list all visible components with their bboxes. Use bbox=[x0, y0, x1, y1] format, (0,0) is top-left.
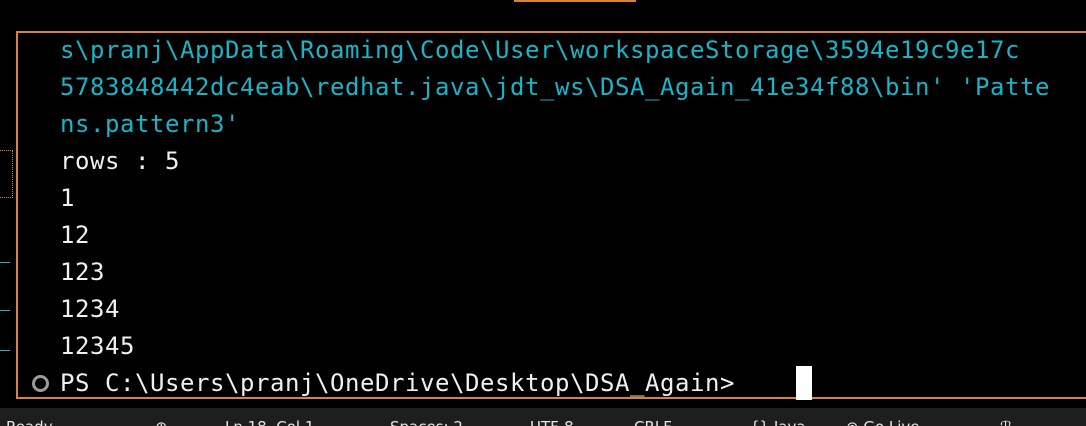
terminal-prompt[interactable]: PS C:\Users\pranj\OneDrive\Desktop\DSA_A… bbox=[60, 365, 735, 402]
status-extension-icon[interactable]: ℛ bbox=[1000, 418, 1012, 426]
status-language-mode[interactable]: {} Java bbox=[750, 418, 806, 426]
status-go-live-button[interactable]: ⊚ Go Live bbox=[846, 418, 920, 426]
status-cursor-position[interactable]: Ln 18, Col 1 bbox=[225, 418, 314, 426]
status-bar: Ready ⊕ Ln 18, Col 1 Spaces: 2 UTF-8 CRL… bbox=[0, 408, 1086, 426]
terminal-output-line: 12345 bbox=[60, 332, 135, 360]
active-panel-tab-indicator bbox=[514, 0, 636, 2]
editor-gutter bbox=[0, 0, 16, 426]
terminal-output-line: 1234 bbox=[60, 295, 120, 323]
terminal-cursor bbox=[796, 366, 812, 400]
status-encoding[interactable]: UTF-8 bbox=[530, 418, 574, 426]
terminal-line-command-2: 5783848442dc4eab\redhat.java\jdt_ws\DSA_… bbox=[60, 73, 1050, 101]
terminal-line-command-3: ns.pattern3' bbox=[60, 110, 240, 138]
terminal-output-line: 1 bbox=[60, 184, 75, 212]
gutter-mark bbox=[0, 350, 10, 351]
gutter-selection-outline bbox=[0, 150, 13, 198]
terminal-output-line: 123 bbox=[60, 258, 105, 286]
status-ready[interactable]: Ready bbox=[6, 418, 53, 426]
status-indentation[interactable]: Spaces: 2 bbox=[390, 418, 463, 426]
status-line-endings[interactable]: CRLF bbox=[634, 418, 672, 426]
terminal-output-line: 12 bbox=[60, 221, 90, 249]
terminal-line-command-1: s\pranj\AppData\Roaming\Code\User\worksp… bbox=[60, 36, 1020, 64]
gutter-mark bbox=[0, 310, 10, 311]
terminal-output-line: rows : 5 bbox=[60, 147, 180, 175]
command-decoration-circle-icon[interactable] bbox=[32, 375, 49, 392]
status-ports-icon[interactable]: ⊕ bbox=[155, 418, 168, 426]
gutter-mark bbox=[0, 262, 10, 263]
